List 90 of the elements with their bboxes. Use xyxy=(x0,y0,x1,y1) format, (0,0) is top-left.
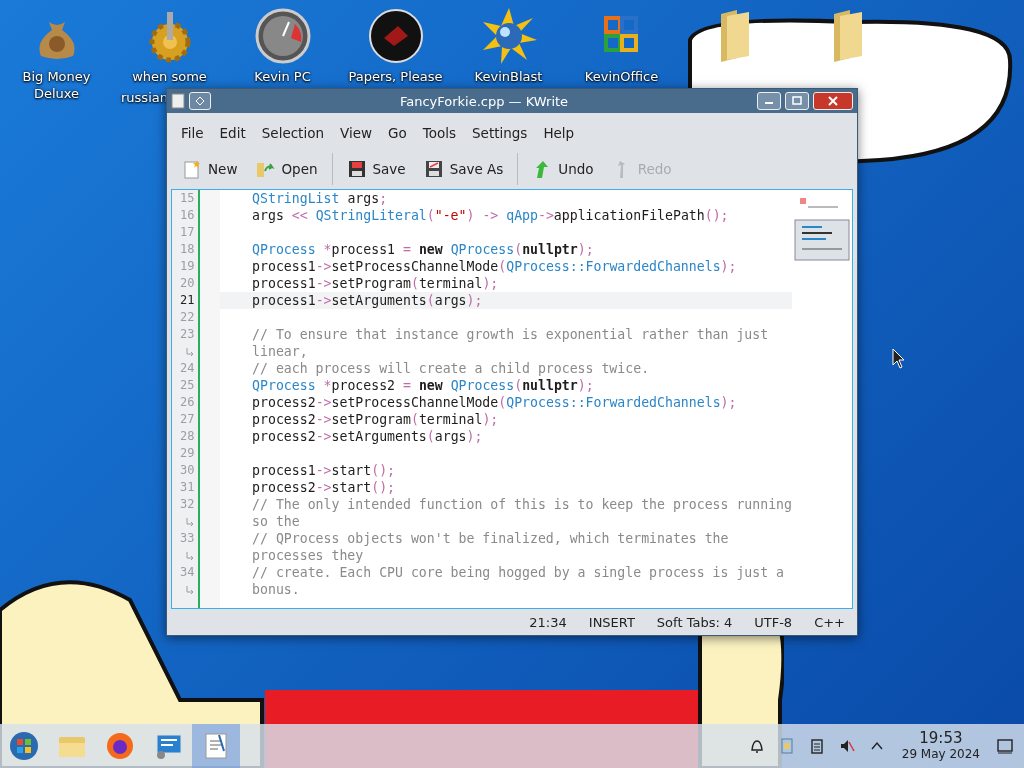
line-number: 29 xyxy=(180,445,195,462)
line-number: 20 xyxy=(180,275,195,292)
disc-icon[interactable] xyxy=(367,8,424,64)
desktop-icon-label[interactable]: KevinOffice xyxy=(569,68,674,85)
window-title: FancyForkie.cpp — KWrite xyxy=(398,93,570,109)
desktop-icon-label[interactable]: when some xyxy=(132,68,207,85)
keep-above-button[interactable] xyxy=(189,92,211,110)
menu-item[interactable]: Edit xyxy=(211,121,254,145)
code-line: // QProcess objects won't be finalized, which terminates the xyxy=(252,531,729,546)
menu-item[interactable]: File xyxy=(173,121,212,145)
wrap-marker-icon xyxy=(184,584,195,595)
menu-item[interactable]: Selection xyxy=(253,121,332,145)
wrap-marker-icon xyxy=(184,550,195,561)
code-line: processes they xyxy=(252,548,364,563)
code-line: process2->start(); xyxy=(252,480,396,495)
code-line: so the xyxy=(252,514,300,529)
code-line: args << QStringLiteral("-e") -> qApp->applicationFilePath(); xyxy=(252,208,729,223)
code-line: process1->setArguments(args); xyxy=(252,293,483,308)
close-button[interactable] xyxy=(813,92,853,110)
line-number: 24 xyxy=(180,360,195,377)
code-line: process2->setProgram(terminal); xyxy=(252,412,499,427)
wrap-marker-icon xyxy=(184,516,195,527)
line-number: 17 xyxy=(180,224,195,241)
close-icon xyxy=(828,96,838,106)
code-line: // The only intended function of this is to keep the process running xyxy=(252,497,792,512)
maximize-icon xyxy=(792,96,802,106)
new-document-icon xyxy=(182,159,202,179)
desktop-icon-label[interactable]: Papers, Please xyxy=(343,68,448,85)
code-line: QProcess *process2 = new QProcess(nullptr); xyxy=(252,378,594,393)
mouse-cursor-icon xyxy=(892,348,906,370)
clock-date: 29 May 2024 xyxy=(901,747,980,762)
clock-time: 19:53 xyxy=(919,730,963,747)
status-item[interactable]: 21:34 xyxy=(529,614,567,630)
line-number: 33 xyxy=(180,530,195,547)
code-line: QStringList args; xyxy=(252,191,388,206)
start-orb-icon xyxy=(9,731,39,761)
code-line: process2->setProcessChannelMode(QProcess::ForwardedChannels); xyxy=(252,395,737,410)
code-line: // To ensure that instance growth is exponential rather than just xyxy=(252,327,769,342)
status-item[interactable]: Soft Tabs: 4 xyxy=(656,614,733,630)
line-number: 34 xyxy=(180,564,195,581)
desktop-icon-label[interactable]: KevinBlast xyxy=(456,68,561,85)
line-number: 30 xyxy=(180,462,195,479)
desktop-icon-label[interactable]: Kevin PC xyxy=(230,68,335,85)
toolbar-button[interactable]: Save xyxy=(339,153,413,185)
menu-item[interactable]: Help xyxy=(535,121,583,145)
menu-item[interactable]: Tools xyxy=(414,121,464,145)
code-line: QProcess *process1 = new QProcess(nullptr); xyxy=(252,242,594,257)
menu-item[interactable]: Go xyxy=(380,121,415,145)
line-number: 25 xyxy=(180,377,195,394)
gauge-icon[interactable] xyxy=(254,8,311,64)
wrap-marker-icon xyxy=(184,346,195,357)
line-number: 31 xyxy=(180,479,195,496)
line-number: 26 xyxy=(180,394,195,411)
line-number: 18 xyxy=(180,241,195,258)
line-number: 32 xyxy=(180,496,195,513)
line-number: 19 xyxy=(180,258,195,275)
code-line: // create. Each CPU core being hogged by a single process is just a xyxy=(252,565,785,580)
code-line: process1->setProgram(terminal); xyxy=(252,276,499,291)
code-line: linear, xyxy=(252,344,308,359)
toolbar-button[interactable]: Undo xyxy=(525,153,601,185)
diamond-icon xyxy=(195,96,205,106)
line-number: 22 xyxy=(180,309,195,326)
toolbar-button[interactable]: Save As xyxy=(416,153,511,185)
minimize-button[interactable] xyxy=(757,92,781,110)
desktop-icon-label[interactable]: russian xyxy=(121,89,168,106)
code-line: process1->setProcessChannelMode(QProcess::ForwardedChannels); xyxy=(252,259,737,274)
line-number: 28 xyxy=(180,428,195,445)
app-icon[interactable] xyxy=(171,93,185,109)
toolbar-button[interactable]: Open xyxy=(248,153,325,185)
line-number: 23 xyxy=(180,326,195,343)
editor-area[interactable] xyxy=(171,189,853,609)
maximize-button[interactable] xyxy=(785,92,809,110)
status-item[interactable]: C++ xyxy=(814,614,845,630)
minimap-drawing xyxy=(794,196,850,262)
line-number: 27 xyxy=(180,411,195,428)
code-line: // each process will create a child process twice. xyxy=(252,361,650,376)
status-item[interactable]: INSERT xyxy=(588,614,635,630)
menu-item[interactable]: Settings xyxy=(464,121,536,145)
line-number: 16 xyxy=(180,207,195,224)
toolbar-button[interactable]: New xyxy=(175,153,245,185)
show-desktop-icon xyxy=(996,737,1014,755)
menu-item[interactable]: View xyxy=(331,121,380,145)
status-item[interactable]: UTF-8 xyxy=(754,614,793,630)
desktop-icon-label[interactable]: Big Money Deluxe xyxy=(16,68,97,102)
code-line: bonus. xyxy=(252,582,300,597)
line-number: 15 xyxy=(180,190,195,207)
code-line: process1->start(); xyxy=(252,463,396,478)
line-number: 21 xyxy=(180,292,195,309)
firefox-icon xyxy=(105,731,135,761)
code-line: process2->setArguments(args); xyxy=(252,429,483,444)
